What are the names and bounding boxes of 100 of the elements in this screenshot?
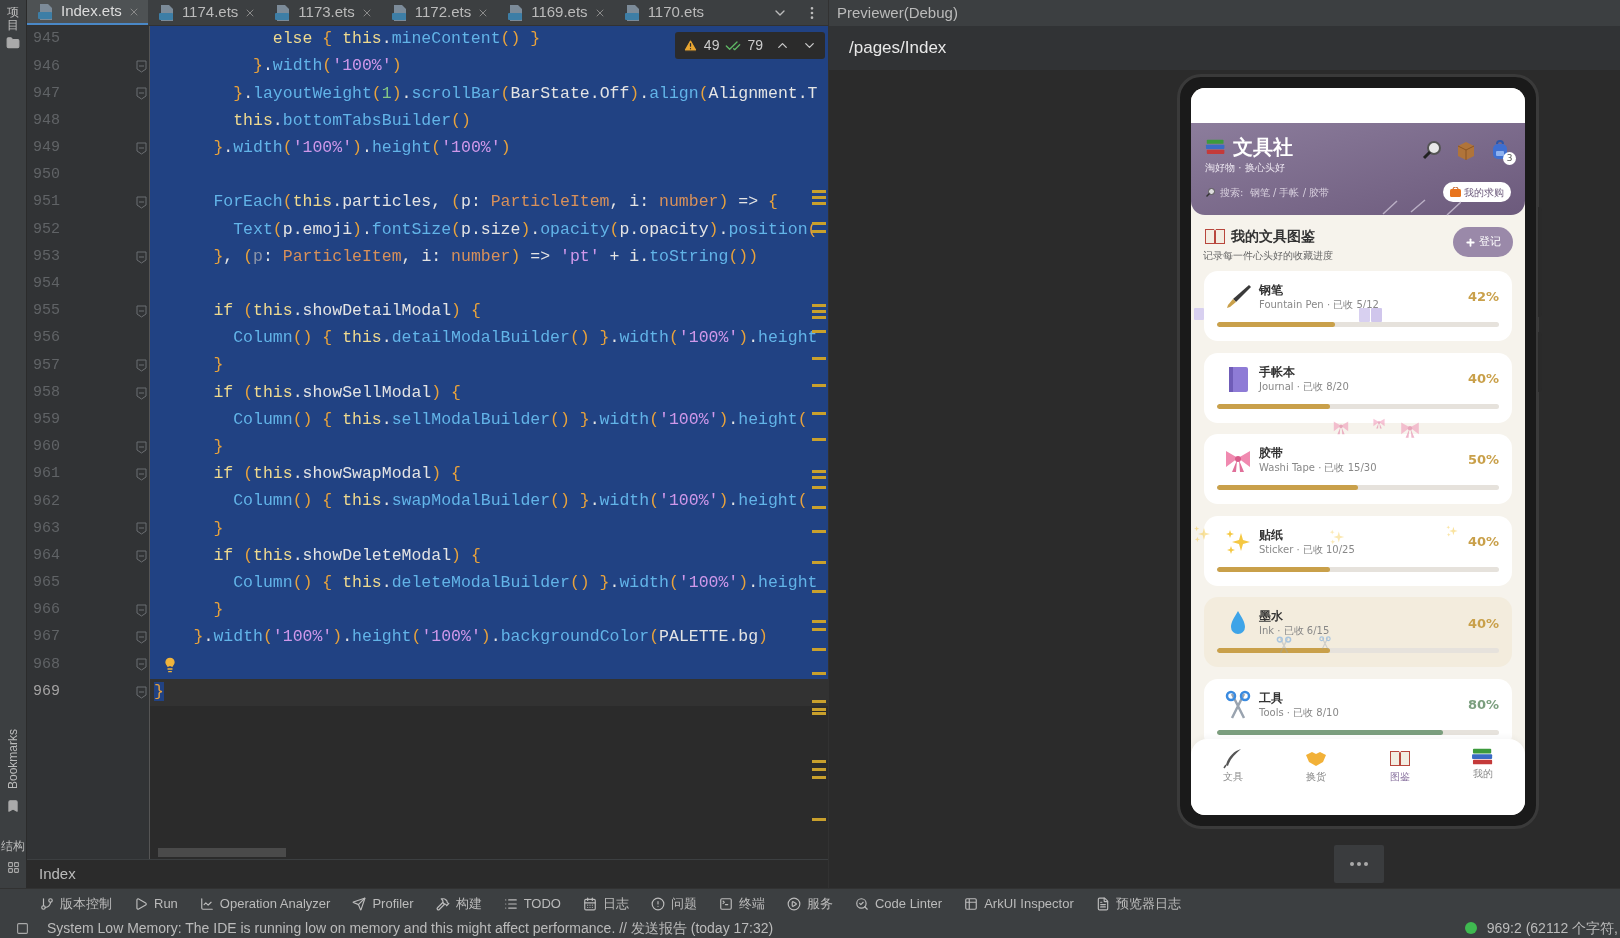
tool-icon — [435, 896, 450, 911]
bottom-tab[interactable]: 图鉴 — [1358, 747, 1442, 787]
fold-icon[interactable] — [136, 549, 147, 563]
sparkles-icon — [1445, 524, 1459, 538]
tool-window-button[interactable]: Profiler — [352, 893, 414, 914]
register-button[interactable]: 登记 — [1453, 227, 1513, 257]
bottom-tab[interactable]: 文具 — [1191, 747, 1275, 787]
fold-icon[interactable] — [136, 685, 147, 699]
collection-card[interactable]: 手帐本 Journal · 已收 8/20 40% — [1204, 352, 1512, 423]
collection-card[interactable]: 墨水 Ink · 已收 6/15 40% — [1204, 597, 1512, 668]
collection-card[interactable]: 工具 Tools · 已收 8/10 80% — [1204, 678, 1512, 739]
category-detail: Tools · 已收 8/10 — [1259, 705, 1339, 719]
bottom-tab[interactable]: 我的 — [1441, 747, 1525, 787]
collection-card[interactable]: 贴纸 Sticker · 已收 10/25 40% — [1204, 515, 1512, 586]
bookmark-icon[interactable] — [6, 799, 20, 813]
category-name: 钢笔 — [1259, 283, 1283, 298]
fold-icon[interactable] — [136, 60, 147, 74]
tool-window-button[interactable]: TODO — [503, 893, 561, 914]
inspection-widget[interactable]: 49 79 — [674, 32, 825, 59]
tool-icon — [582, 896, 597, 911]
category-name: 胶带 — [1259, 446, 1283, 462]
tool-window-button[interactable]: ArkUI Inspector — [964, 893, 1074, 914]
editor-tab[interactable]: 1172.ets — [380, 0, 498, 25]
tool-window-button[interactable]: 问题 — [650, 893, 697, 914]
tool-icon — [40, 896, 54, 911]
fold-icon[interactable] — [136, 250, 147, 264]
book-particle-icon — [1359, 308, 1383, 322]
fold-icon[interactable] — [136, 196, 147, 210]
page-path: /pages/Index — [849, 37, 947, 60]
file-icon — [37, 2, 55, 21]
wish-button[interactable]: 我的求购 — [1443, 182, 1511, 202]
book-particle-icon — [1194, 308, 1204, 320]
app-title: 文具社 — [1233, 137, 1293, 157]
bottom-tab[interactable]: 换货 — [1274, 747, 1358, 787]
fold-icon[interactable] — [136, 141, 147, 155]
category-detail: Washi Tape · 已收 15/30 — [1259, 461, 1377, 475]
fold-icon[interactable] — [136, 440, 147, 454]
section-subtitle: 记录每一件心头好的收藏进度 — [1203, 249, 1333, 263]
tool-window-button[interactable]: Operation Analyzer — [199, 893, 331, 914]
file-icon — [623, 3, 642, 22]
tool-icon — [650, 896, 665, 911]
collection-card[interactable]: 钢笔 Fountain Pen · 已收 5/12 42% — [1204, 271, 1512, 341]
collection-card[interactable]: 胶带 Washi Tape · 已收 15/30 50% — [1204, 434, 1512, 505]
fold-icon[interactable] — [136, 386, 147, 400]
editor-tab[interactable]: 1169.ets — [497, 0, 614, 25]
project-tab[interactable]: 项目 — [7, 6, 19, 33]
editor-tab[interactable]: 1173.ets — [264, 0, 381, 25]
category-name: 工具 — [1259, 690, 1283, 706]
scissors-icon — [1275, 636, 1293, 654]
tool-window-button[interactable]: Run — [134, 893, 178, 914]
category-name: 贴纸 — [1259, 527, 1283, 543]
section-title: 我的文具图鉴 — [1231, 226, 1315, 246]
tool-window-button[interactable]: 终端 — [718, 893, 765, 914]
fold-icon[interactable] — [136, 304, 147, 318]
category-name: 墨水 — [1259, 609, 1283, 625]
category-detail: Fountain Pen · 已收 5/12 — [1259, 298, 1379, 311]
warning-icon — [682, 38, 698, 53]
panel-toggle-icon[interactable] — [16, 921, 29, 935]
search-field[interactable]: 搜索: 钢笔 / 手帐 / 胶带 — [1205, 184, 1443, 200]
tool-window-button[interactable]: 预览器日志 — [1095, 893, 1181, 914]
breadcrumb[interactable]: Index — [39, 862, 76, 886]
fold-icon[interactable] — [136, 359, 147, 373]
books-icon — [1205, 138, 1227, 156]
package-icon[interactable] — [1455, 139, 1477, 161]
bookmarks-tab[interactable]: Bookmarks — [4, 723, 22, 795]
category-detail: Ink · 已收 6/15 — [1259, 624, 1330, 638]
tool-window-button[interactable]: 构建 — [435, 893, 482, 914]
file-icon — [157, 3, 176, 22]
tool-window-button[interactable]: Code Linter — [854, 893, 943, 914]
more-button[interactable] — [1334, 845, 1384, 883]
tool-icon — [134, 896, 148, 911]
app-subtitle: 淘好物 · 换心头好 — [1205, 161, 1285, 175]
bag-icon — [1450, 187, 1461, 197]
weak-warning-count: 79 — [747, 36, 763, 55]
editor-tab[interactable]: 1170.ets — [613, 0, 713, 25]
fold-icon[interactable] — [136, 658, 147, 672]
tool-icon — [503, 896, 518, 911]
tool-window-button[interactable]: 版本控制 — [40, 893, 112, 914]
tool-window-button[interactable]: 服务 — [786, 893, 833, 914]
fold-icon[interactable] — [136, 604, 147, 618]
structure-icon[interactable] — [6, 861, 20, 874]
editor-tab[interactable]: 1174.ets — [147, 0, 265, 25]
notification-badge: 3 — [1503, 152, 1516, 165]
fold-icon[interactable] — [136, 468, 147, 482]
line-number: 969 — [33, 681, 61, 702]
editor-tab[interactable]: Index.ets — [27, 0, 148, 25]
lightbulb-icon[interactable] — [162, 657, 178, 674]
structure-tab[interactable]: 结构 — [1, 839, 25, 853]
fold-icon[interactable] — [136, 522, 147, 536]
fold-icon[interactable] — [136, 631, 147, 645]
caret-position[interactable]: 969:2 (62112 个字符, — [1486, 918, 1620, 938]
progress-percent: 42% — [1467, 288, 1499, 307]
horizontal-scrollbar[interactable] — [158, 848, 286, 857]
tool-icon — [854, 896, 869, 911]
folder-icon[interactable] — [6, 36, 20, 51]
tool-window-button[interactable]: 日志 — [582, 893, 629, 914]
tool-icon — [352, 896, 367, 911]
magnifier-icon[interactable] — [1421, 139, 1443, 161]
fold-icon[interactable] — [136, 87, 147, 101]
tool-icon — [199, 896, 214, 911]
